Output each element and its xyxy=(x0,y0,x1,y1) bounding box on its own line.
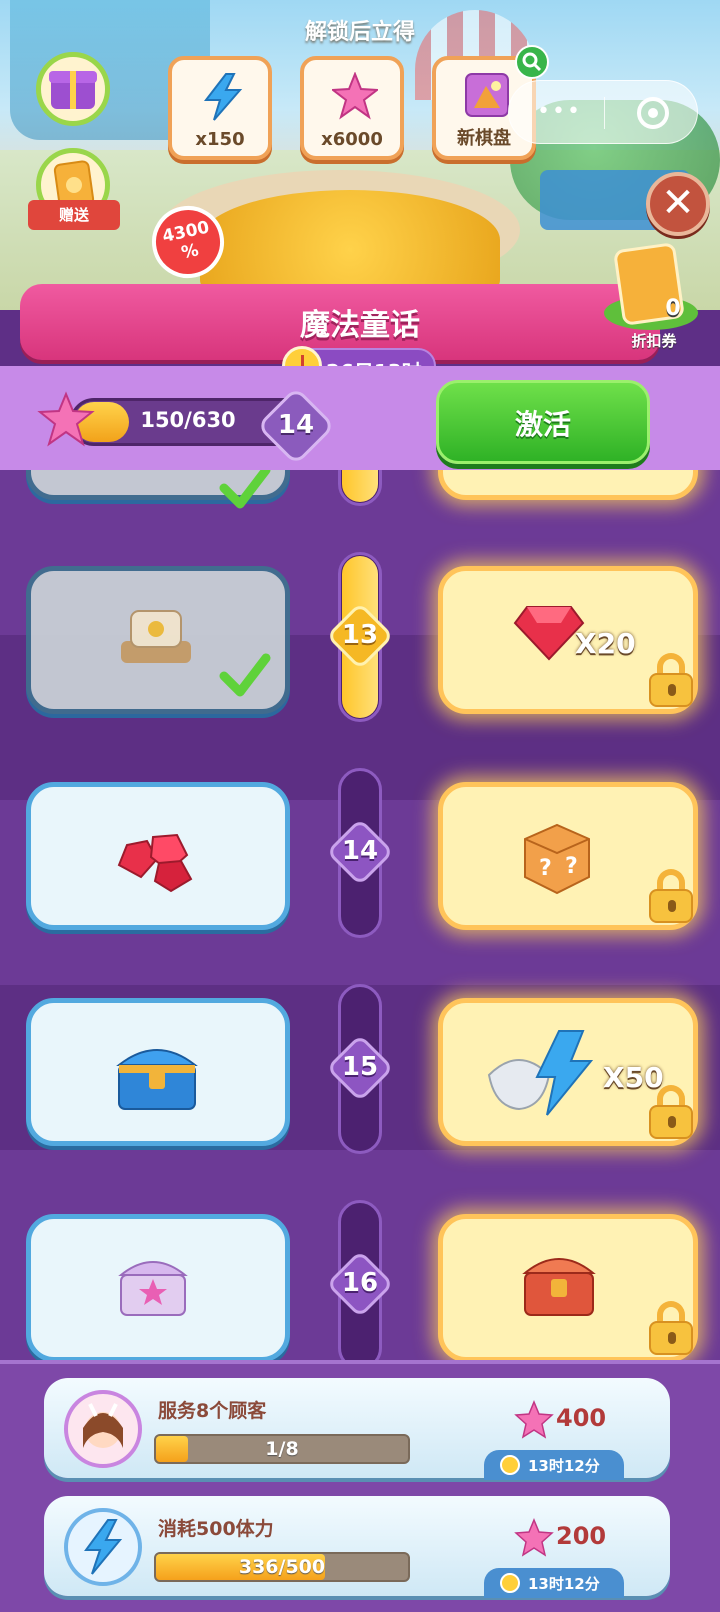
close-button[interactable]: ✕ xyxy=(646,172,710,236)
task-timer-text: 13时12分 xyxy=(528,1575,600,1593)
gift-label: 赠送 xyxy=(28,200,120,230)
reward-card-label: x150 xyxy=(195,129,245,150)
energy-bolt-icon xyxy=(64,1508,142,1586)
free-reward-card[interactable] xyxy=(26,782,290,930)
tier-level-number: 16 xyxy=(341,1268,379,1298)
pink-star-icon xyxy=(514,1518,554,1557)
svg-text:?: ? xyxy=(565,854,578,879)
alarm-clock-icon xyxy=(500,1455,520,1475)
premium-reward-card[interactable]: ? ? xyxy=(438,782,698,930)
task-item[interactable]: 消耗500体力 336/500 200 13时12分 xyxy=(44,1496,670,1598)
pink-star-icon xyxy=(332,72,378,120)
gift-box-button[interactable] xyxy=(36,52,110,126)
free-reward-card[interactable] xyxy=(26,998,290,1146)
lock-icon xyxy=(649,1301,693,1355)
tier-level-number: 13 xyxy=(341,620,379,650)
task-progress-text: 1/8 xyxy=(265,1438,299,1460)
task-timer: 13时12分 xyxy=(484,1568,624,1598)
treasure-chest-icon xyxy=(116,1049,198,1110)
task-reward-amount: 400 xyxy=(556,1404,607,1432)
lock-icon xyxy=(649,869,693,923)
tier-level-node: 16 xyxy=(326,1250,394,1318)
lock-icon xyxy=(649,653,693,707)
tier-level-node: 14 xyxy=(326,818,394,886)
miniprogram-capsule: ••• xyxy=(508,80,698,144)
task-item[interactable]: 服务8个顾客 1/8 400 13时12分 xyxy=(44,1378,670,1480)
free-reward-card[interactable] xyxy=(26,1214,290,1360)
claimed-check-icon xyxy=(219,470,271,509)
premium-reward-qty: X20 xyxy=(575,627,636,660)
ruby-cluster-icon xyxy=(117,833,193,893)
gift-box-icon xyxy=(49,71,97,109)
premium-reward-card-partial xyxy=(438,470,698,500)
pink-star-icon xyxy=(37,391,95,447)
task-panel: 服务8个顾客 1/8 400 13时12分 消耗500体力 336/500 20… xyxy=(0,1360,720,1612)
shell-energy-icon xyxy=(487,1030,594,1116)
reward-card-label: x6000 xyxy=(321,129,383,150)
tier-level-node: 13 xyxy=(326,602,394,670)
discount-coupon[interactable]: 0 折扣券 xyxy=(604,238,704,358)
tier-level-number: 15 xyxy=(341,1052,379,1082)
premium-reward-card[interactable]: X50 xyxy=(438,998,698,1146)
task-name: 消耗500体力 xyxy=(158,1518,274,1540)
task-progress-text: 336/500 xyxy=(238,1556,326,1578)
purple-chest-icon xyxy=(118,1261,188,1316)
more-options-icon[interactable]: ••• xyxy=(537,99,582,124)
capsule-divider xyxy=(604,97,605,129)
red-chest-icon xyxy=(522,1258,596,1316)
task-timer-text: 13时12分 xyxy=(528,1457,600,1475)
mystery-box-icon: ? ? xyxy=(524,823,590,895)
svg-text:?: ? xyxy=(539,856,552,881)
premium-reward-card[interactable]: X20 xyxy=(438,566,698,714)
girl-avatar-icon xyxy=(64,1390,142,1468)
unlock-title: 解锁后立得 xyxy=(304,20,415,45)
lock-icon xyxy=(649,1085,693,1139)
magnifier-icon[interactable] xyxy=(514,44,550,80)
new-board-icon xyxy=(465,73,509,117)
premium-reward-card[interactable] xyxy=(438,1214,698,1360)
close-icon: ✕ xyxy=(661,180,695,226)
task-reward-amount: 200 xyxy=(556,1522,607,1550)
reward-card-energy[interactable]: x150 xyxy=(168,56,272,160)
exit-target-icon[interactable] xyxy=(637,97,669,129)
coupon-count: 0 xyxy=(665,296,681,321)
tier-level-number: 14 xyxy=(341,836,379,866)
reward-card-star[interactable]: x6000 xyxy=(300,56,404,160)
activate-button[interactable]: 激活 xyxy=(436,380,650,464)
energy-bolt-icon xyxy=(203,73,243,121)
task-name: 服务8个顾客 xyxy=(158,1400,267,1422)
task-timer: 13时12分 xyxy=(484,1450,624,1480)
alarm-clock-icon xyxy=(500,1573,520,1593)
claimed-check-icon xyxy=(219,653,271,697)
coin-pile-icon xyxy=(200,190,500,290)
points-progress-text: 150/630 xyxy=(140,408,236,432)
bonus-percent-text: 4300 % xyxy=(160,217,212,264)
activate-button-label: 激活 xyxy=(514,408,571,441)
mahjong-tile-icon xyxy=(121,610,191,663)
reward-tier-list[interactable]: 13 X20 14 ? ? 15 X50 16 xyxy=(0,470,720,1360)
pink-star-icon xyxy=(514,1400,554,1439)
coupon-label: 折扣券 xyxy=(631,332,677,350)
level-number: 14 xyxy=(277,410,315,440)
tier-level-node: 15 xyxy=(326,1034,394,1102)
